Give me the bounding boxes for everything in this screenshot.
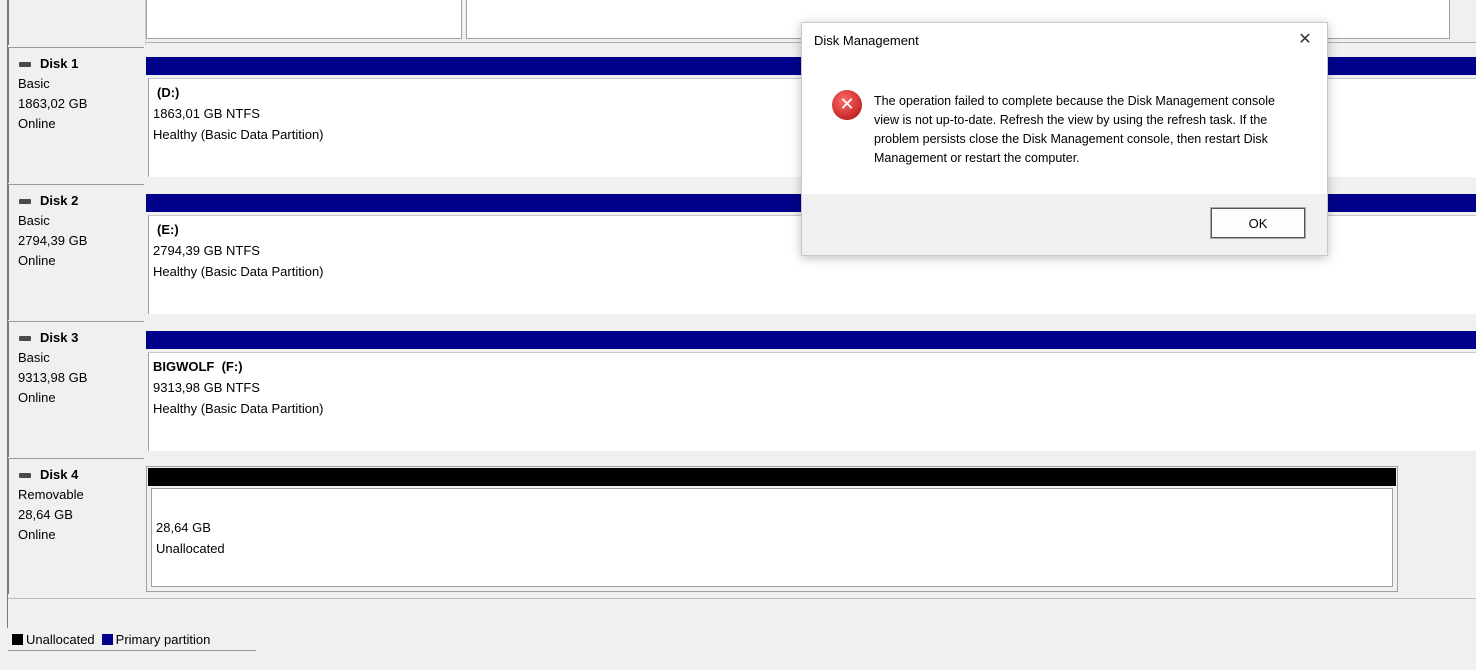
disk-icon bbox=[19, 198, 31, 204]
disk-info-2[interactable]: Disk 2 Basic 2794,39 GB Online bbox=[8, 184, 144, 320]
legend-divider bbox=[8, 598, 1476, 599]
disk-label: Disk 3 bbox=[40, 330, 79, 345]
volume-health: Healthy (Basic Data Partition) bbox=[153, 401, 324, 416]
volume-body[interactable]: BIGWOLF (F:) 9313,98 GB NTFS Healthy (Ba… bbox=[148, 352, 1476, 451]
legend: Unallocated Primary partition bbox=[8, 628, 256, 651]
ok-button[interactable]: OK bbox=[1210, 207, 1306, 239]
unallocated-body[interactable]: 28,64 GB Unallocated bbox=[151, 488, 1393, 587]
dialog-footer: OK bbox=[802, 194, 1327, 255]
disk-type: Removable bbox=[18, 487, 84, 502]
disk-status: Online bbox=[18, 116, 56, 131]
top-disk-info-cell bbox=[8, 0, 146, 45]
disk-icon bbox=[19, 335, 31, 341]
disk-row-3: Disk 3 Basic 9313,98 GB Online BIGWOLF (… bbox=[8, 321, 1476, 457]
legend-unallocated: Unallocated bbox=[26, 631, 95, 647]
disk-status: Online bbox=[18, 253, 56, 268]
unallocated-swatch bbox=[12, 633, 23, 645]
volume-title: BIGWOLF (F:) bbox=[153, 359, 243, 374]
volume-health: Healthy (Basic Data Partition) bbox=[153, 264, 324, 279]
error-icon: ✕ bbox=[832, 90, 862, 120]
disk-label: Disk 2 bbox=[40, 193, 79, 208]
volume-fs: 9313,98 GB NTFS bbox=[153, 380, 260, 395]
unallocated-bar bbox=[148, 468, 1396, 486]
disk-name: Disk 1 bbox=[18, 54, 144, 74]
primary-partition-swatch bbox=[101, 633, 113, 645]
disk-row-4: Disk 4 Removable 28,64 GB Online 28,64 G… bbox=[8, 458, 1476, 594]
disk-info-3[interactable]: Disk 3 Basic 9313,98 GB Online bbox=[8, 321, 144, 457]
disk-type: Basic bbox=[18, 76, 50, 91]
dialog-titlebar[interactable]: Disk Management ✕ bbox=[802, 23, 1327, 57]
disk-name: Disk 3 bbox=[18, 328, 144, 348]
disk-icon bbox=[19, 61, 31, 67]
close-icon[interactable]: ✕ bbox=[1295, 29, 1315, 49]
disk-size: 9313,98 GB bbox=[18, 370, 88, 385]
disk-info-1[interactable]: Disk 1 Basic 1863,02 GB Online bbox=[8, 47, 144, 183]
unallocated-region[interactable]: 28,64 GB Unallocated bbox=[146, 466, 1398, 592]
disk-name: Disk 2 bbox=[18, 191, 144, 211]
error-dialog: Disk Management ✕ ✕ The operation failed… bbox=[801, 22, 1328, 256]
disk-size: 2794,39 GB bbox=[18, 233, 88, 248]
unallocated-size: 28,64 GB bbox=[156, 520, 211, 535]
legend-primary-partition: Primary partition bbox=[115, 631, 211, 647]
disk-size: 28,64 GB bbox=[18, 507, 73, 522]
disk-status: Online bbox=[18, 390, 56, 405]
primary-partition-bar bbox=[146, 331, 1476, 349]
disk-size: 1863,02 GB bbox=[18, 96, 88, 111]
volume-f[interactable]: BIGWOLF (F:) 9313,98 GB NTFS Healthy (Ba… bbox=[146, 331, 1476, 457]
unallocated-label: Unallocated bbox=[156, 541, 225, 556]
dialog-title: Disk Management bbox=[814, 32, 919, 48]
top-partition-cell[interactable] bbox=[146, 0, 462, 39]
disk-name: Disk 4 bbox=[18, 465, 144, 485]
disk-status: Online bbox=[18, 527, 56, 542]
disk-type: Basic bbox=[18, 213, 50, 228]
disk-label: Disk 4 bbox=[40, 467, 79, 482]
dialog-content: ✕ The operation failed to complete becau… bbox=[802, 57, 1327, 195]
disk-type: Basic bbox=[18, 350, 50, 365]
disk-icon bbox=[19, 472, 31, 478]
disk-info-4[interactable]: Disk 4 Removable 28,64 GB Online bbox=[8, 458, 144, 594]
disk-label: Disk 1 bbox=[40, 56, 79, 71]
dialog-message: The operation failed to complete because… bbox=[874, 94, 1275, 165]
